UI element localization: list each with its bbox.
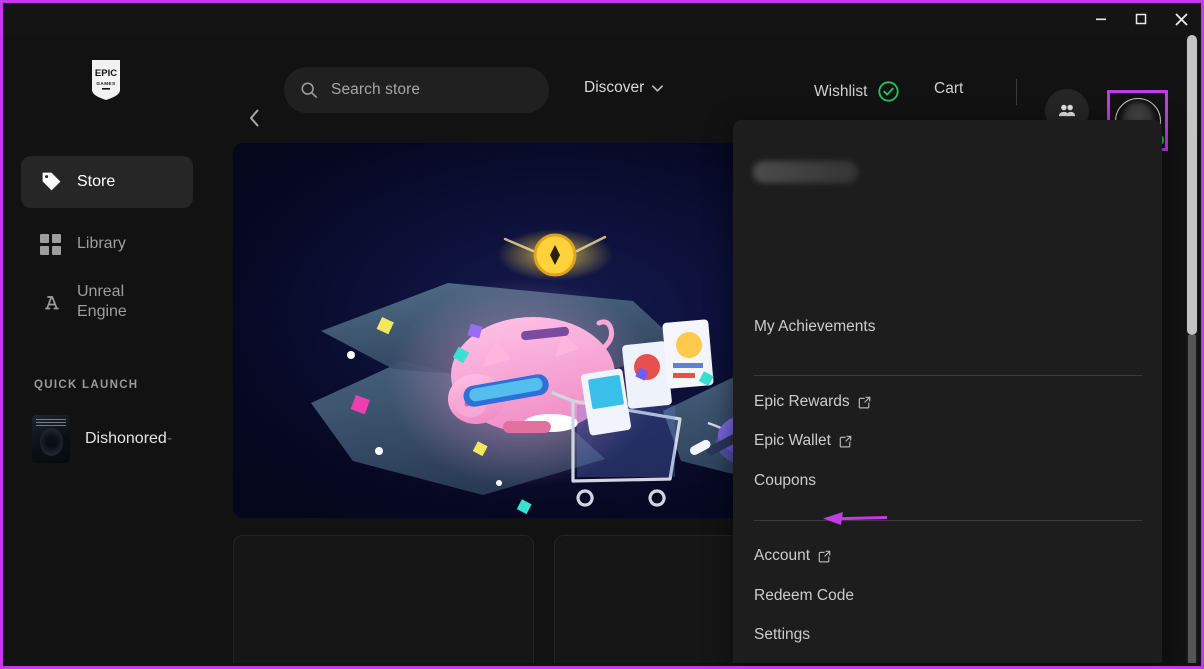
menu-item-label: My Achievements — [754, 318, 876, 335]
scrollbar-track[interactable] — [1188, 335, 1196, 663]
svg-text:GAMES: GAMES — [96, 81, 115, 86]
game-thumbnail — [32, 415, 70, 463]
menu-separator — [754, 520, 1142, 521]
grid-icon — [40, 233, 64, 255]
menu-item-epic-rewards[interactable]: Epic Rewards — [754, 393, 871, 411]
menu-item-label: Epic Rewards — [754, 393, 850, 410]
external-link-icon — [858, 396, 870, 408]
sidebar: Store Library 𝙰 Unreal Engine QUICK LAUN… — [6, 123, 219, 663]
menu-item-label: Epic Wallet — [754, 432, 831, 449]
menu-item-account[interactable]: Account — [754, 547, 831, 565]
discover-label: Discover — [584, 79, 645, 96]
sidebar-item-label: Unreal Engine — [77, 283, 127, 320]
epic-games-launcher-window: EPIC GAMES Search store Discover Wishlis… — [0, 0, 1204, 669]
back-button[interactable] — [241, 105, 267, 131]
sidebar-item-library[interactable]: Library — [21, 218, 193, 270]
menu-item-label: Coupons — [754, 472, 817, 489]
discover-menu[interactable]: Discover — [584, 79, 664, 97]
store-card[interactable] — [233, 535, 534, 663]
sidebar-item-label: Store — [77, 173, 116, 191]
friends-icon — [1058, 104, 1076, 117]
epic-games-logo-icon[interactable]: EPIC GAMES — [90, 59, 122, 101]
external-link-icon — [839, 435, 852, 447]
sidebar-item-unreal-engine[interactable]: 𝙰 Unreal Engine — [21, 271, 193, 333]
menu-item-label: Redeem Code — [754, 587, 854, 604]
quick-launch-heading: QUICK LAUNCH — [34, 379, 139, 391]
account-dropdown-menu: My Achievements Epic Rewards Epic Wallet… — [733, 120, 1162, 666]
sidebar-item-label: Library — [77, 235, 126, 253]
menu-item-settings[interactable]: Settings — [754, 626, 810, 644]
check-circle-icon — [878, 81, 900, 102]
menu-item-label: Terms of Service — [754, 665, 869, 666]
search-placeholder: Search store — [331, 81, 421, 98]
cart-link[interactable]: Cart — [934, 80, 963, 98]
menu-item-label: Settings — [754, 626, 811, 643]
menu-item-coupons[interactable]: Coupons — [754, 472, 816, 490]
close-button[interactable] — [1161, 3, 1201, 35]
wishlist-label: Wishlist — [814, 82, 868, 100]
search-icon — [301, 82, 317, 98]
minimize-button[interactable] — [1081, 3, 1121, 35]
wishlist-link[interactable]: Wishlist — [814, 80, 900, 103]
menu-item-epic-wallet[interactable]: Epic Wallet — [754, 432, 852, 450]
external-link-icon — [818, 550, 831, 562]
unreal-engine-icon: 𝙰 — [40, 290, 64, 314]
chevron-left-icon — [249, 109, 258, 127]
svg-text:𝙰: 𝙰 — [44, 293, 59, 314]
username-redacted — [753, 161, 858, 183]
tag-icon — [40, 171, 64, 193]
quick-launch-game-label: Dishonored- — [85, 430, 173, 447]
cart-label: Cart — [934, 80, 964, 97]
sidebar-item-store[interactable]: Store — [21, 156, 193, 208]
vertical-scrollbar[interactable] — [1186, 35, 1198, 663]
quick-launch-game-dishonored[interactable]: Dishonored- — [32, 415, 172, 463]
nav-divider — [1016, 79, 1017, 105]
annotation-arrow-settings — [823, 512, 887, 525]
menu-item-terms-of-service[interactable]: Terms of Service — [754, 665, 890, 666]
menu-item-label: Account — [754, 547, 811, 564]
menu-item-redeem-code[interactable]: Redeem Code — [754, 587, 854, 605]
chevron-down-icon — [652, 84, 664, 92]
title-bar — [3, 3, 1201, 35]
maximize-button[interactable] — [1121, 3, 1161, 35]
top-navigation: EPIC GAMES Search store Discover Wishlis… — [3, 35, 1201, 151]
svg-text:EPIC: EPIC — [95, 68, 117, 79]
menu-separator — [754, 375, 1142, 376]
scrollbar-thumb[interactable] — [1187, 35, 1197, 335]
search-store-input[interactable]: Search store — [284, 67, 549, 113]
menu-item-my-achievements[interactable]: My Achievements — [754, 318, 875, 336]
